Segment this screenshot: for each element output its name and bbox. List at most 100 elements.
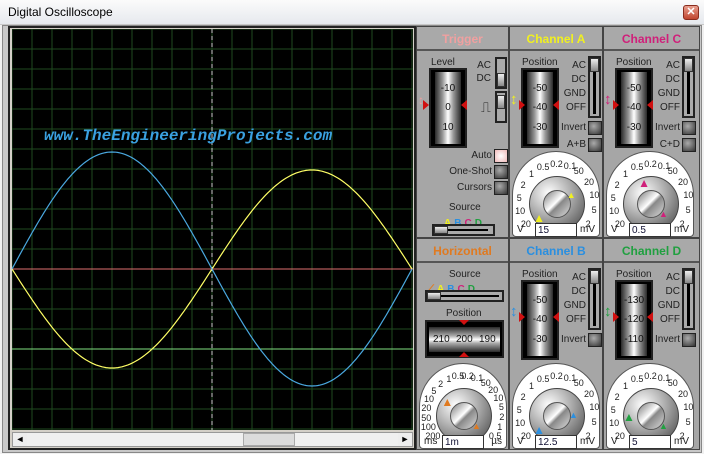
dial-label: 10 <box>515 206 526 217</box>
position-marker-icon <box>519 312 525 322</box>
dial-pointer-icon: ▲ <box>638 176 651 191</box>
auto-button[interactable] <box>494 149 508 163</box>
dial-pointer-icon: ▲ <box>659 420 668 431</box>
dial-value-input[interactable]: 1m <box>442 435 484 449</box>
dial-value-input[interactable]: 12.5 <box>535 435 577 449</box>
switch-thumb[interactable] <box>497 95 505 109</box>
slider-thumb[interactable] <box>427 292 441 300</box>
dial-label: 10 <box>683 190 694 201</box>
switch-thumb[interactable] <box>590 270 599 284</box>
position-arrow-icon: ↕ <box>604 91 612 108</box>
invert-button[interactable] <box>682 333 696 347</box>
scale-mark: 190 <box>479 334 496 345</box>
scale-mark: 200 <box>456 334 473 345</box>
dial-knob-center[interactable] <box>543 402 571 430</box>
channel-b-panel: Channel B Position -50 -40 -30 ↕ AC DC GND… <box>509 238 603 450</box>
dial-value-input[interactable]: 0.5 <box>629 223 671 237</box>
unit-left: V <box>611 224 618 235</box>
volts-per-div-dial[interactable]: 20 10 5 2 1 0.5 0.2 0.1 50 20 10 5 2 ▲ ▲ VmV 0.5 <box>606 151 694 237</box>
dc-label: DC <box>476 73 491 84</box>
switch-thumb[interactable] <box>590 58 599 72</box>
horizontal-scrollbar[interactable]: ◄ ► <box>12 432 413 447</box>
coupling-switch[interactable] <box>588 56 601 118</box>
position-marker-icon <box>613 312 619 322</box>
horizontal-source-slider[interactable] <box>425 290 504 302</box>
channel-title: Channel A <box>510 27 602 51</box>
volts-per-div-dial[interactable]: 20 10 5 2 1 0.5 0.2 0.1 50 20 10 5 2 ▲ ▲ VmV 5 <box>606 363 694 449</box>
position-marker-icon <box>459 352 469 357</box>
invert-button[interactable] <box>682 121 696 135</box>
watermark: www.TheEngineeringProjects.com <box>44 127 333 145</box>
dial-label: 5 <box>685 417 691 428</box>
dial-label: 50 <box>573 165 584 176</box>
volts-per-div-dial[interactable]: 20 10 5 2 1 0.5 0.2 0.1 50 20 10 5 2 ▲ ▲ VmV 12.5 <box>512 363 600 449</box>
mode-ac-label: AC <box>666 60 680 71</box>
unit-left: V <box>517 436 524 447</box>
title-bar: Digital Oscilloscope ✕ <box>0 0 704 25</box>
unit-left: V <box>517 224 524 235</box>
position-marker-icon <box>459 320 469 325</box>
switch-thumb[interactable] <box>497 73 505 87</box>
position-arrow-icon: ↕ <box>510 91 518 108</box>
dial-label: 5 <box>516 404 522 415</box>
dial-label: 20 <box>421 403 432 414</box>
combine-button[interactable] <box>588 138 602 152</box>
dial-pointer-icon: ▲ <box>472 420 481 431</box>
dial-label: 10 <box>589 402 600 413</box>
dial-label: 20 <box>584 388 595 399</box>
timebase-dial[interactable]: 200 100 50 20 10 5 2 1 0.5 0.2 0.1 50 20 10 5 2 1 0.5 ▲ ▲ ms… <box>419 363 507 449</box>
dial-label: 5 <box>610 404 616 415</box>
volts-per-div-dial[interactable]: 20 10 5 2 1 0.5 0.2 0.1 50 20 10 5 2 ▲ ▲ VmV 15 <box>512 151 600 237</box>
unit-left: V <box>611 436 618 447</box>
dial-pointer-icon: ▲ <box>566 189 576 200</box>
invert-button[interactable] <box>588 121 602 135</box>
oneshot-button[interactable] <box>494 165 508 179</box>
coupling-switch[interactable] <box>682 56 695 118</box>
switch-thumb[interactable] <box>684 58 693 72</box>
channel-a-panel: Channel A Position -50 -40 -30 ↕ AC DC GND… <box>509 26 603 238</box>
invert-label: Invert <box>560 122 586 133</box>
channel-c-panel: Channel C Position -50 -40 -30 ↕ AC DC GND… <box>603 26 700 238</box>
trigger-source-slider[interactable] <box>432 224 495 236</box>
scale-mark: 0 <box>445 102 451 113</box>
combine-button[interactable] <box>682 138 696 152</box>
edge-switch[interactable] <box>495 91 507 123</box>
dial-label: 100 <box>420 422 436 433</box>
coupling-switch[interactable] <box>495 57 507 89</box>
dial-label: 20 <box>678 388 689 399</box>
switch-thumb[interactable] <box>684 270 693 284</box>
mode-ac-label: AC <box>666 272 680 283</box>
invert-label: Invert <box>560 334 586 345</box>
cursors-button[interactable] <box>494 181 508 195</box>
horizontal-panel: Horizontal Source ⟋ABCD Position 210 200… <box>416 238 509 450</box>
scroll-right-button[interactable]: ► <box>398 433 412 446</box>
dial-value-input[interactable]: 5 <box>629 435 671 449</box>
coupling-switch[interactable] <box>682 268 695 330</box>
dial-label: 20 <box>678 176 689 187</box>
mode-dc-label: DC <box>571 74 586 85</box>
close-icon[interactable]: ✕ <box>683 5 699 20</box>
dial-label: 50 <box>421 412 432 423</box>
scroll-thumb[interactable] <box>243 433 295 446</box>
mode-off-label: OFF <box>660 314 680 325</box>
scale-mark: 10 <box>442 122 454 133</box>
mode-dc-label: DC <box>665 286 680 297</box>
slider-thumb[interactable] <box>434 226 448 234</box>
dial-value-input[interactable]: 15 <box>535 223 577 237</box>
dial-label: 2 <box>614 391 620 402</box>
dial-label: 10 <box>609 418 620 429</box>
dial-label: 2 <box>614 179 620 190</box>
mode-gnd-label: GND <box>657 88 680 99</box>
scroll-left-button[interactable]: ◄ <box>13 433 27 446</box>
combine-label: A+B <box>566 139 586 150</box>
channel-title: Channel C <box>604 27 699 51</box>
coupling-switch[interactable] <box>588 268 601 330</box>
mode-ac-label: AC <box>572 60 586 71</box>
unit-right: mV <box>674 224 689 235</box>
dial-label: 10 <box>589 190 600 201</box>
dial-label: 50 <box>573 377 584 388</box>
invert-button[interactable] <box>588 333 602 347</box>
trigger-panel: Trigger Level -10 0 10 ↕ AC DC ⎍ Auto On… <box>416 26 509 238</box>
position-arrow-icon: ↕ <box>604 303 612 320</box>
channel-title: Channel B <box>510 239 602 263</box>
